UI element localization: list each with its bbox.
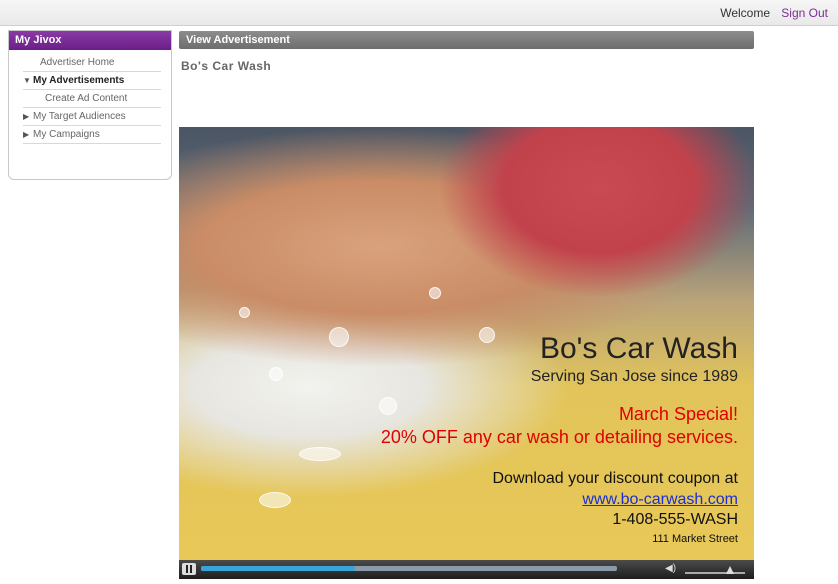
sidebar-item-my-campaigns[interactable]: ▶ My Campaigns (23, 126, 161, 144)
triangle-right-icon: ▶ (23, 130, 30, 139)
ad-serving: Serving San Jose since 1989 (530, 368, 738, 385)
ad-phone: 1-408-555-WASH (612, 511, 738, 528)
sidebar-item-label: Create Ad Content (45, 93, 128, 104)
foam-bubble (269, 367, 283, 381)
foam-bubble (239, 307, 250, 318)
foam-bubble (259, 492, 291, 508)
volume-icon[interactable]: ◀) (665, 563, 677, 575)
section-header: View Advertisement (179, 31, 754, 49)
ad-title: Bo's Car Wash (181, 59, 272, 73)
sidebar-item-my-target-audiences[interactable]: ▶ My Target Audiences (23, 108, 161, 126)
volume-slider[interactable] (685, 566, 745, 574)
top-bar: Welcome Sign Out (0, 0, 838, 26)
sign-out-link[interactable]: Sign Out (781, 6, 828, 20)
video-controls: ◀) (179, 560, 754, 579)
sidebar-item-label: Advertiser Home (40, 57, 115, 68)
sidebar-nav: Advertiser Home ▼ My Advertisements Creat… (23, 54, 161, 144)
progress-bar[interactable] (201, 566, 617, 571)
ad-headline: Bo's Car Wash (539, 332, 738, 365)
sidebar-title: My Jivox (9, 31, 171, 50)
welcome-text: Welcome (720, 6, 770, 20)
sidebar-item-advertiser-home[interactable]: Advertiser Home (23, 54, 161, 72)
pause-icon[interactable] (182, 563, 196, 575)
volume-knob[interactable] (726, 566, 734, 574)
ad-special-title: March Special! (618, 404, 738, 424)
ad-street: 111 Market Street (652, 533, 738, 545)
sidebar: My Jivox Advertiser Home ▼ My Advertiseme… (8, 30, 172, 180)
progress-fill (201, 566, 355, 571)
triangle-down-icon: ▼ (23, 76, 31, 85)
sidebar-item-label: My Target Audiences (33, 111, 126, 122)
sidebar-item-my-advertisements[interactable]: ▼ My Advertisements (23, 72, 161, 90)
ad-video[interactable]: Bo's Car Wash Serving San Jose since 198… (179, 127, 754, 561)
sidebar-item-label: My Advertisements (33, 75, 125, 86)
foam-bubble (429, 287, 441, 299)
sidebar-item-create-ad-content[interactable]: Create Ad Content (23, 90, 161, 108)
sidebar-item-label: My Campaigns (33, 129, 100, 140)
ad-download-text: Download your discount coupon at (492, 470, 739, 487)
ad-copy: Bo's Car Wash Serving San Jose since 198… (381, 332, 738, 545)
foam-bubble (329, 327, 349, 347)
ad-special-offer: 20% OFF any car wash or detailing servic… (380, 427, 738, 447)
triangle-right-icon: ▶ (23, 112, 30, 121)
ad-url-link[interactable]: www.bo-carwash.com (381, 491, 738, 509)
foam-bubble (299, 447, 341, 461)
